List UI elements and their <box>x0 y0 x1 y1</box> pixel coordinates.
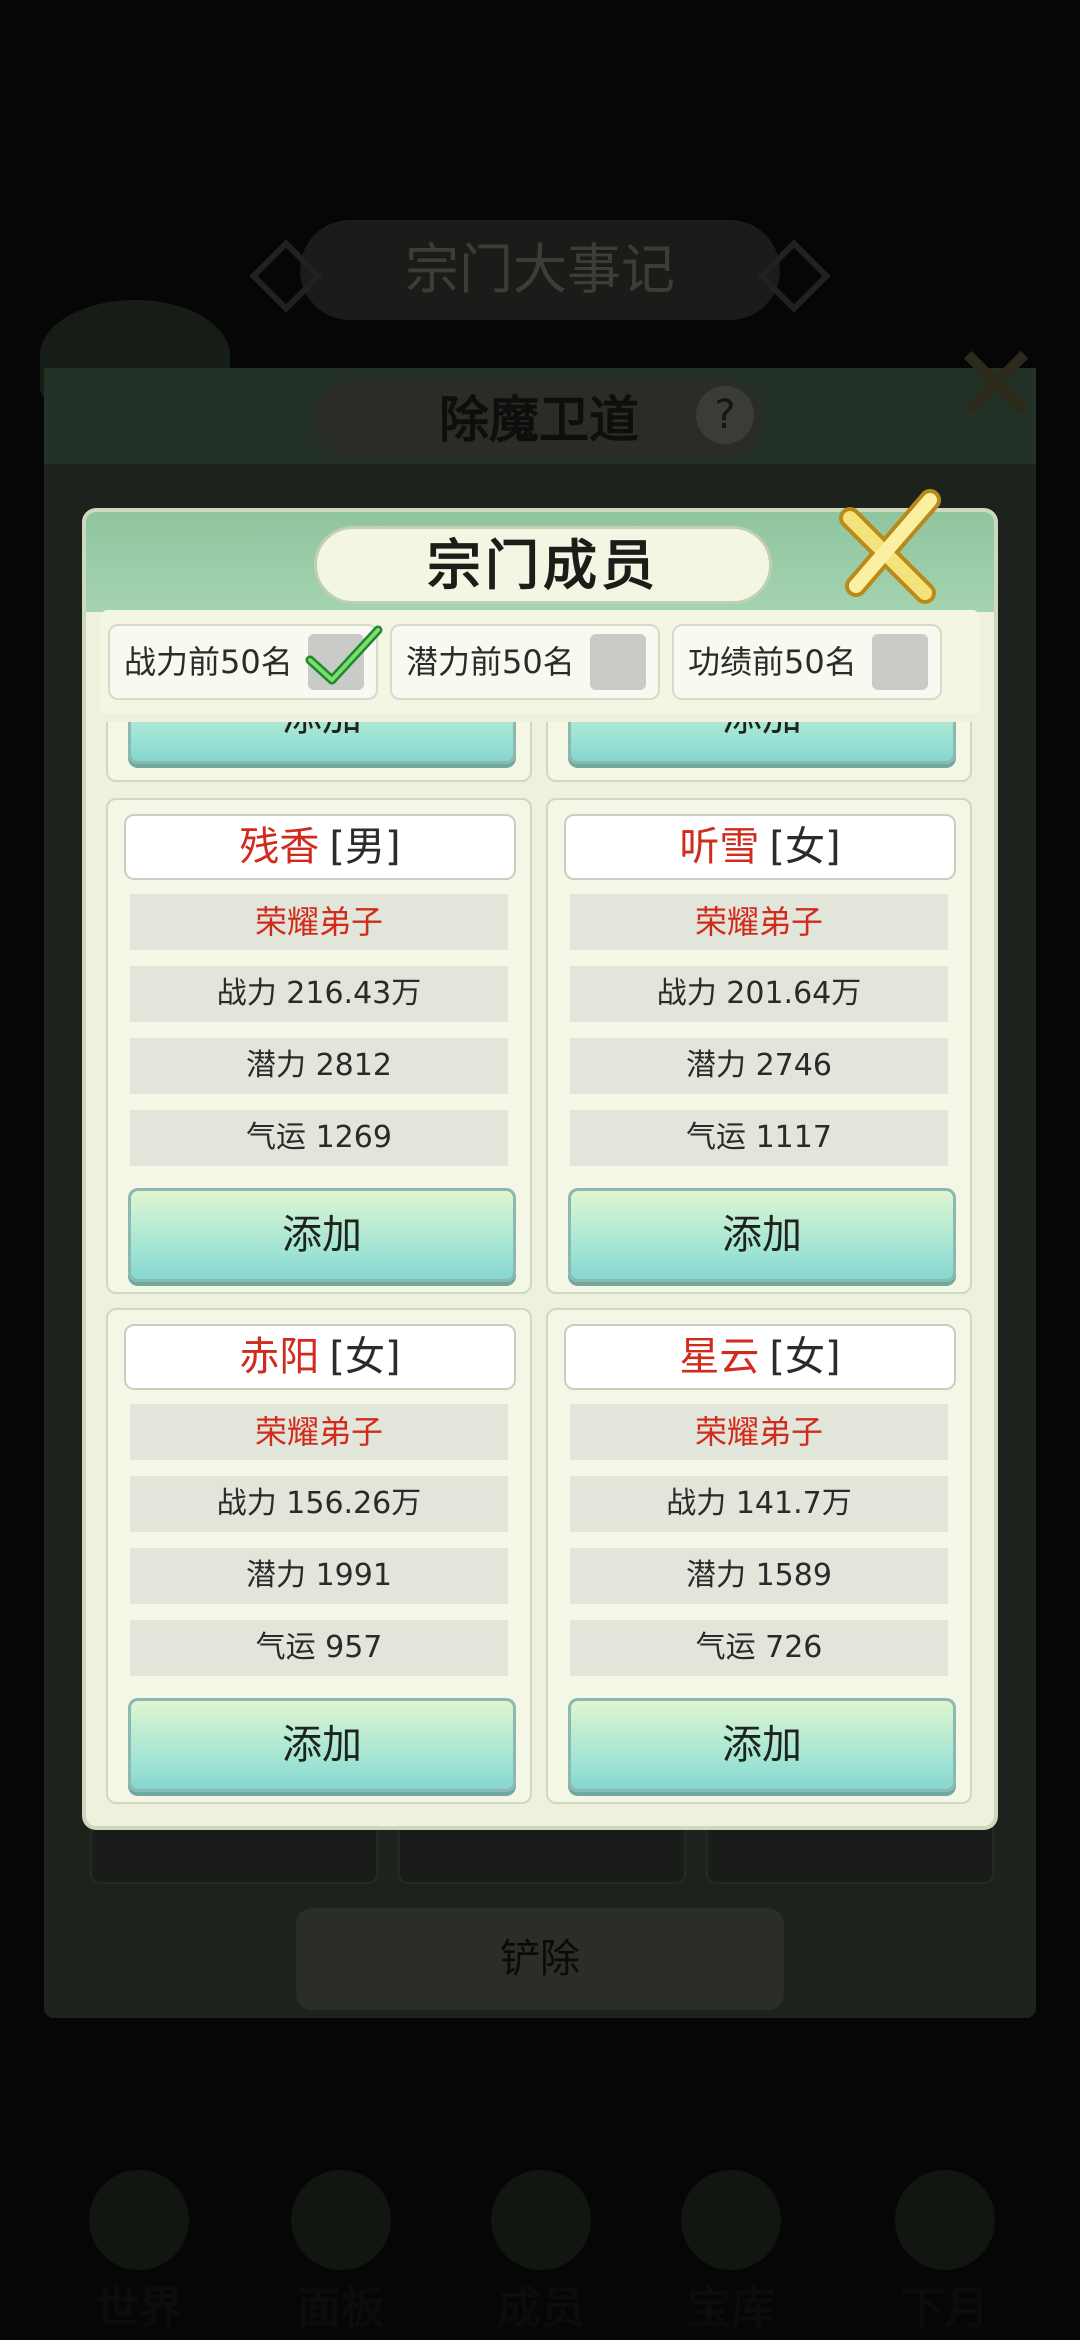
filter-bar: 战力前50名 潜力前50名 功绩前50名 <box>100 610 980 714</box>
member-name: 听雪 <box>679 824 760 870</box>
member-name: 赤阳 <box>239 1334 320 1380</box>
member-power: 战力 201.64万 <box>570 966 948 1022</box>
filter-top-potential[interactable]: 潜力前50名 <box>390 624 660 700</box>
member-name: 残香 <box>239 824 320 870</box>
nav-members-label: 成员 <box>497 2283 585 2334</box>
bottom-nav: 世界 面板 成员 宝库 下月 <box>0 2150 1080 2340</box>
member-rank: 荣耀弟子 <box>570 894 948 950</box>
member-potential: 潜力 1589 <box>570 1548 948 1604</box>
member-power: 战力 141.7万 <box>570 1476 948 1532</box>
member-luck: 气运 957 <box>130 1620 508 1676</box>
member-potential: 潜力 2812 <box>130 1038 508 1094</box>
member-name-box: 星云 [女] <box>564 1324 956 1390</box>
close-x-icon[interactable] <box>830 488 950 608</box>
check-icon <box>305 625 383 685</box>
nav-members[interactable]: 成员 <box>446 2150 636 2340</box>
member-name-box: 残香 [男] <box>124 814 516 880</box>
add-button[interactable]: 添加 <box>568 1188 956 1282</box>
member-luck: 气运 1269 <box>130 1110 508 1166</box>
members-icon <box>491 2170 591 2270</box>
member-gender: [女] <box>769 1334 841 1380</box>
add-button[interactable]: 添加 <box>128 1698 516 1792</box>
member-gender: [女] <box>769 824 841 870</box>
nav-treasury-label: 宝库 <box>687 2283 775 2334</box>
nav-panel-label: 面板 <box>297 2283 385 2334</box>
nav-treasury[interactable]: 宝库 <box>636 2150 826 2340</box>
remove-button[interactable]: 铲除 <box>296 1908 784 2010</box>
sect-chronicle-title: 宗门大事记 <box>300 220 780 320</box>
panel-icon <box>291 2170 391 2270</box>
member-rank: 荣耀弟子 <box>570 1404 948 1460</box>
member-card: 听雪 [女] 荣耀弟子 战力 201.64万 潜力 2746 气运 1117 添加 <box>546 798 972 1294</box>
filter-top-merit[interactable]: 功绩前50名 <box>672 624 942 700</box>
dialog-title: 宗门成员 <box>314 526 772 604</box>
add-button[interactable]: 添加 <box>128 1188 516 1282</box>
nav-next-month[interactable]: 下月 <box>850 2150 1040 2340</box>
member-card: 星云 [女] 荣耀弟子 战力 141.7万 潜力 1589 气运 726 添加 <box>546 1308 972 1804</box>
filter-label: 潜力前50名 <box>406 643 575 681</box>
add-button[interactable]: 添加 <box>128 722 516 764</box>
checkbox-unchecked[interactable] <box>872 634 928 690</box>
member-name-box: 听雪 [女] <box>564 814 956 880</box>
member-card-partial: 添加 <box>546 722 972 782</box>
nav-panel[interactable]: 面板 <box>246 2150 436 2340</box>
member-potential: 潜力 2746 <box>570 1038 948 1094</box>
member-gender: [女] <box>329 1334 401 1380</box>
member-name-box: 赤阳 [女] <box>124 1324 516 1390</box>
member-name: 星云 <box>679 1334 760 1380</box>
treasury-icon <box>681 2170 781 2270</box>
member-card: 残香 [男] 荣耀弟子 战力 216.43万 潜力 2812 气运 1269 添加 <box>106 798 532 1294</box>
add-button[interactable]: 添加 <box>568 1698 956 1792</box>
member-luck: 气运 1117 <box>570 1110 948 1166</box>
member-gender: [男] <box>329 824 401 870</box>
add-button[interactable]: 添加 <box>568 722 956 764</box>
filter-top-power[interactable]: 战力前50名 <box>108 624 383 700</box>
member-power: 战力 216.43万 <box>130 966 508 1022</box>
member-card-partial: 添加 <box>106 722 532 782</box>
nav-world[interactable]: 世界 <box>44 2150 234 2340</box>
member-rank: 荣耀弟子 <box>130 894 508 950</box>
help-icon[interactable]: ? <box>696 386 754 444</box>
checkbox-unchecked[interactable] <box>590 634 646 690</box>
checkbox-checked[interactable] <box>305 625 383 690</box>
member-power: 战力 156.26万 <box>130 1476 508 1532</box>
nav-world-label: 世界 <box>95 2283 183 2334</box>
background-close-icon[interactable]: ✕ <box>950 330 1042 440</box>
member-rank: 荣耀弟子 <box>130 1404 508 1460</box>
world-icon <box>89 2170 189 2270</box>
member-list[interactable]: 添加 添加 残香[男] 荣耀弟子 战力 216.43万 潜力 2812 气运 1… <box>86 722 994 1822</box>
sect-members-dialog: 宗门成员 战力前50名 潜力前50名 功绩前50名 添加 添加 <box>86 512 994 1826</box>
nav-next-month-label: 下月 <box>901 2283 989 2334</box>
filter-label: 功绩前50名 <box>688 643 857 681</box>
filter-label: 战力前50名 <box>124 643 293 681</box>
member-card: 赤阳 [女] 荣耀弟子 战力 156.26万 潜力 1991 气运 957 添加 <box>106 1308 532 1804</box>
member-luck: 气运 726 <box>570 1620 948 1676</box>
moon-icon <box>895 2170 995 2270</box>
member-potential: 潜力 1991 <box>130 1548 508 1604</box>
